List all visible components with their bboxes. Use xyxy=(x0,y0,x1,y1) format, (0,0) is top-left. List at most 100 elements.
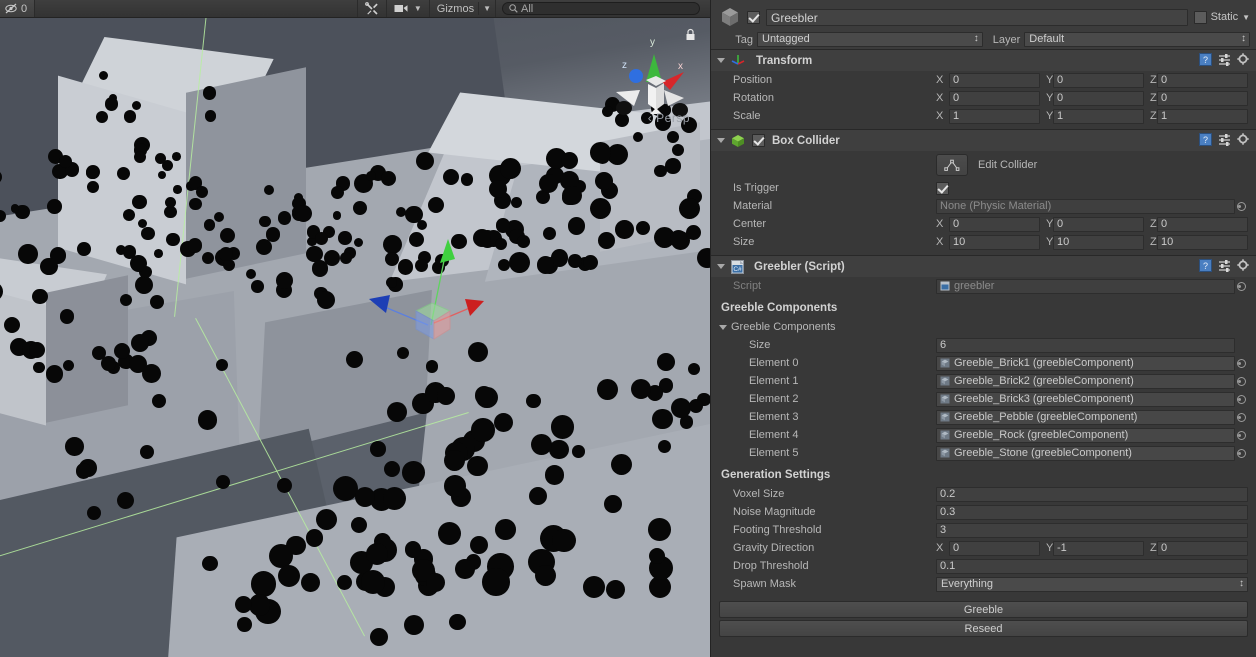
material-picker-button[interactable] xyxy=(1235,202,1248,211)
gear-icon[interactable] xyxy=(1237,133,1250,146)
gravity-direction-y-input[interactable]: -1 xyxy=(1053,540,1144,556)
collider-center-z-input[interactable]: 0 xyxy=(1157,216,1248,232)
scene-camera-button[interactable]: ▼ xyxy=(385,0,429,17)
element-object-field[interactable]: Greeble_Brick2 (greebleComponent) xyxy=(936,373,1235,389)
layer-dropdown[interactable]: Default xyxy=(1024,32,1250,47)
scene-viewport[interactable]: y z x ‹ Persp xyxy=(0,18,710,657)
edit-collider-button[interactable] xyxy=(936,154,968,176)
collider-center-x-input[interactable]: 0 xyxy=(949,216,1040,232)
greeble-dot xyxy=(652,409,673,430)
collider-size-z-input[interactable]: 10 xyxy=(1157,234,1248,250)
element-label: Element 4 xyxy=(749,429,799,441)
chevron-down-icon[interactable]: ▼ xyxy=(1242,13,1250,22)
gravity-direction-z-input[interactable]: 0 xyxy=(1157,540,1248,556)
gameobject-name-input[interactable]: Greebler xyxy=(766,8,1188,26)
transform-scale-label: Scale xyxy=(733,110,761,122)
scene-projection-label[interactable]: ‹ Persp xyxy=(648,111,690,125)
greeble-components-foldout[interactable]: Greeble Components xyxy=(711,318,1256,336)
preset-icon[interactable] xyxy=(1218,53,1231,66)
script-picker-button[interactable] xyxy=(1235,282,1248,291)
greeble-dot xyxy=(59,309,75,324)
tag-dropdown[interactable]: Untagged xyxy=(757,32,983,47)
script-object-field[interactable]: greebler xyxy=(936,278,1235,294)
scene-view[interactable]: 0 ▼ Gizmos ▼ All y z x ‹ Persp xyxy=(0,0,710,657)
gizmo-lock-icon[interactable] xyxy=(685,28,696,44)
element-picker-button[interactable] xyxy=(1235,395,1248,404)
greeble-dot xyxy=(189,197,202,210)
transform-component-header[interactable]: Transform ? xyxy=(711,50,1256,71)
transform-rotation-y-input[interactable]: 0 xyxy=(1053,90,1144,106)
transform-scale-z-input[interactable]: 1 xyxy=(1157,108,1248,124)
greeble-button[interactable]: Greeble xyxy=(719,601,1248,618)
greeble-dot xyxy=(648,518,671,541)
scene-orientation-gizmo[interactable]: y z x xyxy=(610,32,698,142)
box-collider-enabled-checkbox[interactable] xyxy=(752,134,765,147)
reseed-button[interactable]: Reseed xyxy=(719,620,1248,637)
static-toggle-group[interactable]: Static ▼ xyxy=(1193,10,1250,24)
greeble-components-foldout-label: Greeble Components xyxy=(731,321,836,333)
greeble-dot xyxy=(131,333,149,352)
greeble-dot xyxy=(259,215,271,228)
hidden-objects-toggle[interactable]: 0 xyxy=(0,0,36,17)
static-checkbox[interactable] xyxy=(1193,10,1207,24)
transform-foldout-arrow[interactable] xyxy=(717,58,725,63)
gameobject-enabled-checkbox[interactable] xyxy=(747,10,760,24)
transform-scale-y-input[interactable]: 1 xyxy=(1053,108,1144,124)
help-icon[interactable]: ? xyxy=(1199,53,1212,66)
footing-threshold-input[interactable]: 3 xyxy=(936,522,1248,538)
scene-view-toolbar[interactable]: 0 ▼ Gizmos ▼ All xyxy=(0,0,710,18)
scene-tools-button[interactable] xyxy=(356,0,386,17)
element-object-field[interactable]: Greeble_Rock (greebleComponent) xyxy=(936,427,1235,443)
help-icon[interactable]: ? xyxy=(1199,133,1212,146)
component-icons[interactable]: ? xyxy=(1199,53,1250,66)
collider-size-x-input[interactable]: 10 xyxy=(949,234,1040,250)
gravity-direction-x-input[interactable]: 0 xyxy=(949,540,1040,556)
greeble-dot xyxy=(437,521,461,546)
help-icon[interactable]: ? xyxy=(1199,259,1212,272)
box-collider-foldout-arrow[interactable] xyxy=(717,138,725,143)
transform-position-y-input[interactable]: 0 xyxy=(1053,72,1144,88)
greeble-components-foldout-arrow[interactable] xyxy=(719,324,727,330)
collider-size-y-input[interactable]: 10 xyxy=(1053,234,1144,250)
element-picker-button[interactable] xyxy=(1235,359,1248,368)
array-size-input[interactable]: 6 xyxy=(936,337,1235,353)
element-object-field[interactable]: Greeble_Stone (greebleComponent) xyxy=(936,445,1235,461)
greeble-dot xyxy=(469,535,488,554)
gravity-direction-row-holder: Gravity Direction X 0 Y -1 Z 0 xyxy=(711,539,1256,557)
is-trigger-checkbox[interactable] xyxy=(936,181,949,195)
transform-move-gizmo[interactable] xyxy=(360,233,500,358)
element-object-field[interactable]: Greeble_Brick3 (greebleComponent) xyxy=(936,391,1235,407)
gear-icon[interactable] xyxy=(1237,53,1250,66)
inspector-panel[interactable]: Greebler Static ▼ Tag Untagged Layer Def… xyxy=(710,0,1256,657)
scene-search-input[interactable]: All xyxy=(502,2,700,15)
transform-rotation-z-input[interactable]: 0 xyxy=(1157,90,1248,106)
transform-position-x-input[interactable]: 0 xyxy=(949,72,1040,88)
voxel-size-input[interactable]: 0.2 xyxy=(936,486,1248,502)
box-collider-component-header[interactable]: Box Collider ? xyxy=(711,130,1256,151)
element-picker-button[interactable] xyxy=(1235,413,1248,422)
transform-position-z-input[interactable]: 0 xyxy=(1157,72,1248,88)
transform-scale-x-input[interactable]: 1 xyxy=(949,108,1040,124)
drop-threshold-input[interactable]: 0.1 xyxy=(936,558,1248,574)
component-icons[interactable]: ? xyxy=(1199,259,1250,272)
greeble-dot xyxy=(113,342,131,360)
gear-icon[interactable] xyxy=(1237,259,1250,272)
transform-rotation-x-input[interactable]: 0 xyxy=(949,90,1040,106)
greeble-dot xyxy=(315,231,329,245)
preset-icon[interactable] xyxy=(1218,133,1231,146)
element-picker-button[interactable] xyxy=(1235,377,1248,386)
greebler-foldout-arrow[interactable] xyxy=(717,264,725,269)
material-object-field[interactable]: None (Physic Material) xyxy=(936,198,1235,214)
component-icons[interactable]: ? xyxy=(1199,133,1250,146)
element-picker-button[interactable] xyxy=(1235,449,1248,458)
noise-magnitude-input[interactable]: 0.3 xyxy=(936,504,1248,520)
greebler-script-component-header[interactable]: C# Greebler (Script) ? xyxy=(711,256,1256,277)
element-value: Greeble_Brick2 (greebleComponent) xyxy=(954,375,1134,387)
preset-icon[interactable] xyxy=(1218,259,1231,272)
element-object-field[interactable]: Greeble_Brick1 (greebleComponent) xyxy=(936,355,1235,371)
spawn-mask-dropdown[interactable]: Everything xyxy=(936,576,1248,592)
collider-center-y-input[interactable]: 0 xyxy=(1053,216,1144,232)
gizmos-dropdown[interactable]: Gizmos ▼ xyxy=(428,0,496,17)
element-object-field[interactable]: Greeble_Pebble (greebleComponent) xyxy=(936,409,1235,425)
element-picker-button[interactable] xyxy=(1235,431,1248,440)
